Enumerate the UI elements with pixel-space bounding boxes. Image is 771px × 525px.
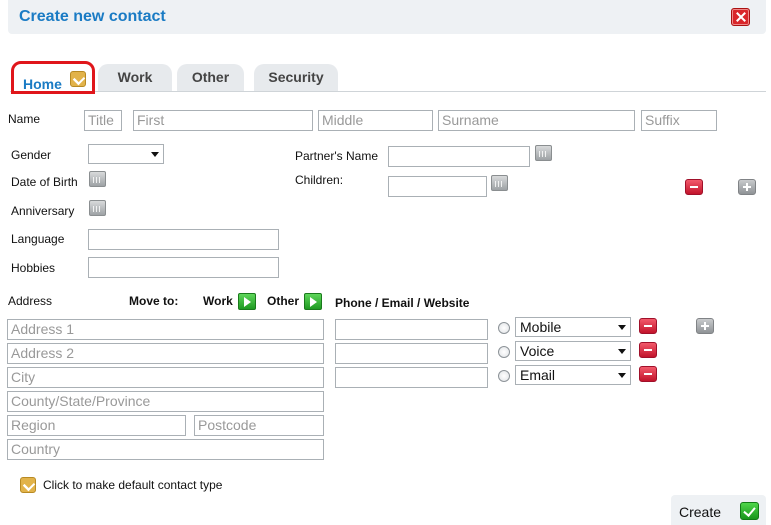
children-field[interactable]: [388, 176, 487, 197]
anniversary-label: Anniversary: [11, 204, 75, 218]
calendar-icon[interactable]: [89, 200, 106, 216]
tab-home[interactable]: Home: [11, 61, 95, 94]
email-field[interactable]: [335, 367, 488, 388]
contact-type-value: Email: [520, 367, 556, 383]
chevron-down-icon: [618, 349, 626, 354]
address2-field[interactable]: Address 2: [7, 343, 324, 364]
calendar-icon[interactable]: [491, 175, 508, 191]
tab-divider: [10, 91, 766, 92]
calendar-icon[interactable]: [89, 171, 106, 187]
hobbies-label: Hobbies: [11, 261, 56, 275]
hobbies-field[interactable]: [88, 257, 279, 278]
city-field[interactable]: City: [7, 367, 324, 388]
county-field[interactable]: County/State/Province: [7, 391, 324, 412]
default-radio[interactable]: [498, 322, 510, 334]
tab-work[interactable]: Work: [98, 64, 172, 91]
children-label: Children:: [295, 173, 344, 187]
phone-mobile-field[interactable]: [335, 319, 488, 340]
default-radio[interactable]: [498, 370, 510, 382]
postcode-field[interactable]: Postcode: [194, 415, 324, 436]
tab-home-label: Home: [23, 76, 62, 92]
language-field[interactable]: [88, 229, 279, 250]
region-field[interactable]: Region: [7, 415, 186, 436]
contact-type-select[interactable]: Email: [515, 365, 631, 385]
move-to-label: Move to:: [129, 294, 179, 308]
phone-voice-field[interactable]: [335, 343, 488, 364]
default-type-icon[interactable]: [20, 477, 36, 493]
calendar-icon[interactable]: [535, 145, 552, 161]
middle-name-field[interactable]: Middle: [318, 110, 433, 131]
close-icon[interactable]: [731, 8, 750, 26]
suffix-field[interactable]: Suffix: [641, 110, 717, 131]
default-type-text: Click to make default contact type: [43, 478, 223, 492]
remove-contact-button[interactable]: [639, 342, 657, 358]
remove-contact-button[interactable]: [639, 318, 657, 334]
chevron-down-icon: [618, 325, 626, 330]
language-label: Language: [11, 232, 65, 246]
dialog-title: Create new contact: [19, 8, 166, 25]
dob-label: Date of Birth: [11, 175, 78, 189]
create-label[interactable]: Create: [679, 504, 721, 520]
remove-contact-button[interactable]: [639, 366, 657, 382]
gender-select[interactable]: [88, 144, 164, 164]
contact-methods-heading: Phone / Email / Website: [335, 296, 470, 310]
move-to-other-label: Other: [267, 294, 300, 308]
move-to-work-label: Work: [203, 294, 233, 308]
add-child-button[interactable]: [738, 179, 756, 195]
tab-other[interactable]: Other: [177, 64, 244, 91]
move-to-other-icon[interactable]: [304, 293, 322, 310]
chevron-down-icon: [151, 152, 159, 157]
default-radio[interactable]: [498, 346, 510, 358]
tab-security[interactable]: Security: [254, 64, 338, 91]
gender-label: Gender: [11, 148, 52, 162]
partner-label: Partner's Name: [295, 149, 378, 163]
contact-type-select[interactable]: Mobile: [515, 317, 631, 337]
address1-field[interactable]: Address 1: [7, 319, 324, 340]
country-field[interactable]: Country: [7, 439, 324, 460]
check-icon[interactable]: [740, 502, 759, 520]
name-label: Name: [8, 112, 41, 126]
add-contact-button[interactable]: [696, 318, 714, 334]
partner-field[interactable]: [388, 146, 530, 167]
remove-child-button[interactable]: [685, 179, 703, 195]
chevron-down-icon: [618, 373, 626, 378]
default-type-icon[interactable]: [70, 71, 86, 87]
contact-type-value: Voice: [520, 343, 555, 359]
contact-type-select[interactable]: Voice: [515, 341, 631, 361]
title-field[interactable]: Title: [84, 110, 122, 131]
address-label: Address: [8, 294, 53, 308]
surname-field[interactable]: Surname: [438, 110, 635, 131]
contact-type-value: Mobile: [520, 319, 562, 335]
first-name-field[interactable]: First: [133, 110, 313, 131]
move-to-work-icon[interactable]: [238, 293, 256, 310]
